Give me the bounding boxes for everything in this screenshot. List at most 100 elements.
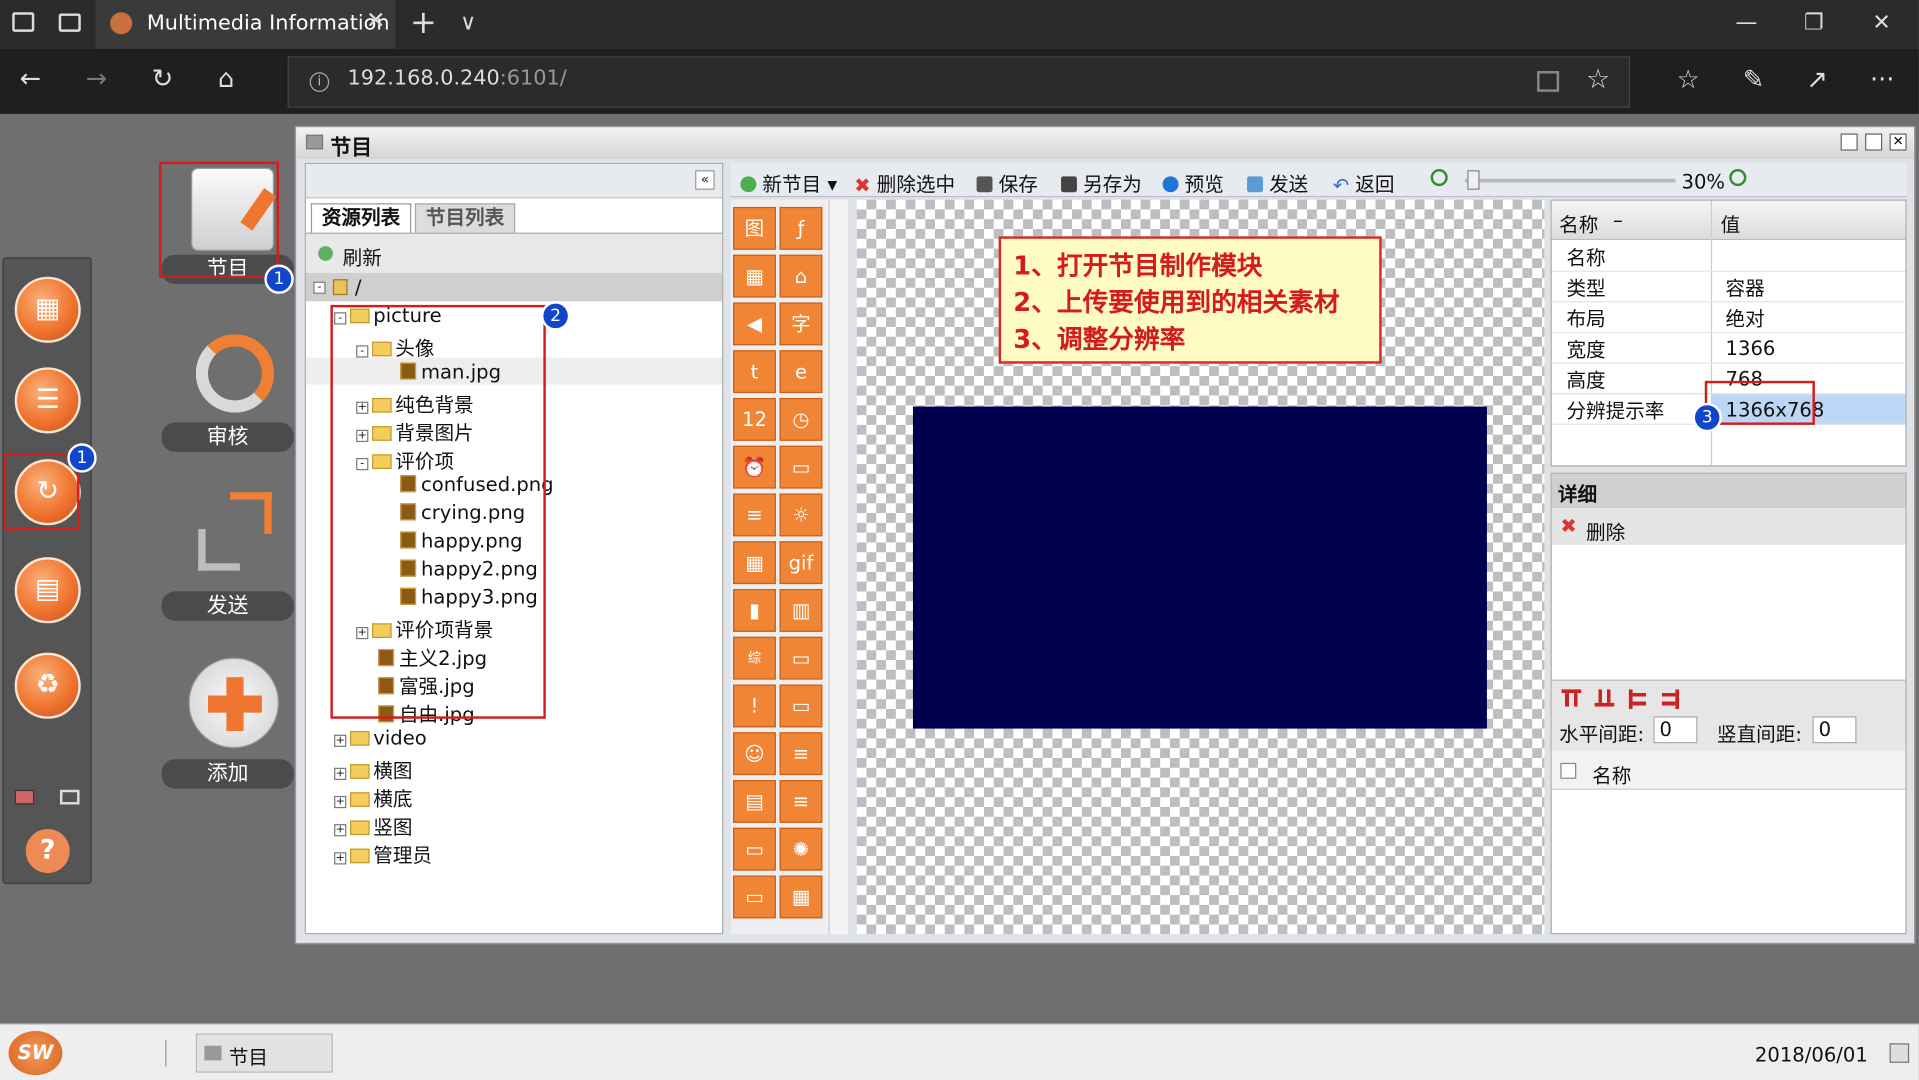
schedule-widget-icon[interactable]: ▦	[779, 875, 823, 919]
window-maximize-icon[interactable]	[1865, 133, 1883, 151]
image-widget-icon[interactable]: 图	[733, 206, 776, 250]
share-icon[interactable]: ↗	[1806, 65, 1828, 94]
review-refresh-icon[interactable]	[195, 334, 275, 413]
prop-row[interactable]: 宽度 1366	[1551, 332, 1906, 364]
gif-widget-icon[interactable]: gif	[779, 541, 823, 585]
back-button[interactable]: ↶ 返回	[1333, 168, 1395, 197]
favorite-star-icon[interactable]: ☆	[1586, 65, 1610, 96]
audio-widget-icon[interactable]: ◀	[733, 302, 776, 346]
calendar-widget-icon[interactable]: 12	[733, 397, 776, 441]
help-icon[interactable]: ?	[25, 828, 70, 874]
video-widget-icon[interactable]: ▦	[733, 254, 776, 298]
send-arrows-icon[interactable]	[196, 492, 274, 571]
add-module-button[interactable]: 添加	[161, 759, 294, 789]
url-field[interactable]: i 192.168.0.240:6101/ ☆	[287, 56, 1631, 108]
tab-actions-icon[interactable]	[12, 12, 35, 32]
alert-widget-icon[interactable]: !	[733, 684, 776, 728]
align-right-icon[interactable]	[1661, 689, 1680, 709]
preview-button[interactable]: 预览	[1162, 168, 1224, 197]
notes-pen-icon[interactable]: ✎	[1743, 65, 1765, 94]
prop-row[interactable]: 名称	[1551, 241, 1906, 272]
recycle-icon[interactable]: ♻	[14, 652, 81, 719]
text-widget-icon[interactable]: t	[733, 350, 776, 394]
bottle-widget-icon[interactable]: ▮	[733, 588, 776, 632]
align-bottom-icon[interactable]	[1594, 689, 1615, 707]
web-widget-icon[interactable]: e	[779, 350, 823, 394]
weather-widget-icon[interactable]: ☼	[779, 493, 823, 537]
clock-widget-icon[interactable]: ◷	[779, 397, 823, 441]
container-widget-icon-2[interactable]: ▭	[779, 636, 823, 680]
sun-widget-icon[interactable]: ✺	[779, 827, 823, 871]
props-col-value[interactable]: 值	[1721, 208, 1741, 237]
palette-scrollbar[interactable]	[828, 199, 849, 935]
review-module-button[interactable]: 审核	[161, 422, 294, 452]
window-minimize-icon[interactable]	[1840, 133, 1858, 151]
tree-item[interactable]: + 横图	[334, 754, 412, 783]
zoom-slider[interactable]	[1464, 170, 1676, 190]
refresh-icon[interactable]: ↻	[152, 64, 174, 93]
table-widget-icon[interactable]: ▦	[733, 541, 776, 585]
more-menu-button[interactable]: ···	[1870, 65, 1895, 94]
send-button[interactable]: 发送	[1247, 168, 1308, 197]
combo-screen-widget-icon[interactable]: 综	[733, 636, 776, 680]
container-widget-icon-3[interactable]: ▭	[779, 684, 823, 728]
add-plus-icon[interactable]	[188, 657, 280, 749]
close-window-button[interactable]: ✕	[1872, 10, 1890, 36]
back-icon[interactable]: ←	[20, 64, 42, 93]
tree-item[interactable]: + 竖图	[334, 811, 412, 840]
camera-widget-icon[interactable]: ⌂	[779, 254, 823, 298]
new-tab-button[interactable]: +	[410, 5, 437, 42]
tab-close-icon[interactable]: ✕	[366, 7, 385, 34]
home-icon[interactable]: ⌂	[218, 64, 234, 93]
subtitle-widget-icon[interactable]: 字	[779, 302, 823, 346]
collapse-panel-icon[interactable]: «	[695, 170, 715, 190]
send-module-button[interactable]: 发送	[161, 591, 294, 621]
detail-delete-button[interactable]: 删除	[1586, 516, 1625, 545]
info-list-widget-icon[interactable]: ≡	[779, 780, 823, 823]
list-edit-icon[interactable]: ☰	[14, 367, 81, 434]
browser-tab[interactable]: Multimedia Information ✕	[95, 0, 396, 49]
flash-widget-icon[interactable]: ƒ	[779, 206, 823, 250]
chart-screen-icon[interactable]: ▦	[14, 276, 81, 343]
restore-button[interactable]: ❐	[1804, 10, 1824, 36]
favorites-hub-icon[interactable]: ☆	[1677, 65, 1700, 94]
save-button[interactable]: 保存	[976, 168, 1038, 197]
select-all-checkbox[interactable]	[1560, 762, 1577, 779]
monitor-small-icon[interactable]	[14, 789, 35, 805]
alarm-widget-icon[interactable]: ⏰	[733, 445, 776, 489]
smile-widget-icon[interactable]: ☺	[733, 732, 776, 776]
prop-row[interactable]: 布局 绝对	[1551, 301, 1906, 334]
tray-icon[interactable]	[1889, 1043, 1910, 1063]
prop-row[interactable]: 类型 容器	[1551, 271, 1906, 303]
chart-widget-icon[interactable]: ▥	[779, 588, 823, 632]
program-screen-area[interactable]	[912, 406, 1487, 729]
new-program-button[interactable]: 新节目 ▾	[740, 168, 837, 197]
save-as-button[interactable]: 另存为	[1061, 168, 1142, 197]
tab-aside-icon[interactable]	[58, 13, 81, 32]
reading-view-icon[interactable]	[1537, 71, 1560, 92]
align-left-icon[interactable]	[1628, 689, 1647, 709]
h-gap-input[interactable]: 0	[1653, 716, 1698, 744]
forward-icon[interactable]: →	[86, 64, 108, 93]
container-widget-icon[interactable]: ▭	[779, 445, 823, 489]
minimize-button[interactable]: —	[1735, 10, 1757, 36]
person-list-widget-icon[interactable]: ≡	[779, 732, 823, 776]
tree-item[interactable]: + 横底	[334, 782, 412, 811]
tab-resource-list[interactable]: 资源列表	[310, 203, 412, 233]
task-program-button[interactable]: 节目	[195, 1033, 333, 1073]
container-widget-icon-4[interactable]: ▭	[733, 875, 776, 919]
tab-list-button[interactable]: ∨	[460, 10, 476, 36]
tree-item[interactable]: + video	[334, 726, 427, 749]
stats-chart-icon[interactable]: ▤	[14, 557, 81, 624]
zoom-in-icon[interactable]	[1729, 168, 1747, 187]
window-close-icon[interactable]: ✕	[1889, 133, 1907, 151]
monitor-icon[interactable]	[59, 789, 80, 805]
document-widget-icon[interactable]: ≡	[733, 493, 776, 537]
zoom-out-icon[interactable]	[1430, 168, 1448, 187]
queue-widget-icon[interactable]: ▤	[733, 780, 776, 823]
counter-widget-icon[interactable]: ▭	[733, 827, 776, 871]
sw-logo[interactable]: SW	[8, 1031, 63, 1076]
props-col-name[interactable]: 名称	[1559, 208, 1598, 237]
align-top-icon[interactable]	[1561, 689, 1582, 707]
refresh-button[interactable]: 刷新	[343, 241, 382, 270]
